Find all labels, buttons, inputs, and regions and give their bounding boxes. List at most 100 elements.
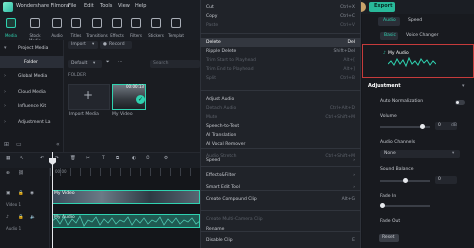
menu-item-ai-translation[interactable]: AI Translation bbox=[200, 131, 361, 140]
menu-item-label: Detach Audio bbox=[206, 106, 237, 111]
tab-titles[interactable]: Titles bbox=[67, 14, 85, 40]
menu-item-label: Split bbox=[206, 76, 216, 81]
audio-mixer-icon[interactable]: ⚙ bbox=[164, 156, 168, 162]
menu-item-copy[interactable]: Copy Ctrl+C bbox=[200, 12, 361, 21]
tab-speed[interactable]: Speed bbox=[408, 18, 422, 24]
chevron-right-icon: › bbox=[4, 89, 6, 95]
audio-channels-value: None bbox=[384, 151, 396, 156]
fade-in-knob[interactable] bbox=[380, 203, 385, 208]
delete-icon[interactable]: 🗑 bbox=[70, 156, 76, 162]
menu-item-label: Effects&Filter bbox=[206, 173, 236, 178]
sidebar-item-influence-kit[interactable]: › Influence Kit bbox=[0, 100, 64, 112]
stock-media-icon bbox=[30, 18, 40, 28]
new-folder-icon[interactable]: ⊞ bbox=[4, 142, 9, 148]
audio-clip-label: My Audio bbox=[54, 215, 75, 220]
speaker-icon[interactable]: 🔈 bbox=[30, 215, 36, 221]
menu-item-adjust-audio[interactable]: Adjust Audio bbox=[200, 95, 361, 104]
menu-item-ripple-delete[interactable]: Ripple Delete Shift+Del bbox=[200, 47, 361, 56]
menu-file[interactable]: File bbox=[68, 4, 76, 9]
link-icon[interactable]: ⛓ bbox=[18, 171, 24, 177]
menu-item-disable-clip[interactable]: Disable Clip E bbox=[200, 236, 361, 245]
menu-item-speed[interactable]: Speed › bbox=[200, 156, 361, 165]
folder-icon[interactable]: ▭ bbox=[16, 142, 22, 148]
menu-item-create-compound-clip[interactable]: Create Compound Clip Alt+G bbox=[200, 195, 361, 204]
filter-icon[interactable]: ⏷ bbox=[106, 60, 110, 66]
grid-icon[interactable]: ▦ bbox=[6, 156, 10, 162]
auto-normalization-toggle[interactable] bbox=[455, 100, 465, 105]
sidebar-item-folder[interactable]: Folder bbox=[0, 56, 64, 68]
video-track-icon: ▣ bbox=[6, 191, 11, 196]
crop-icon[interactable]: ⧉ bbox=[116, 156, 119, 162]
fade-out-label: Fade Out bbox=[380, 219, 401, 224]
menu-help[interactable]: Help bbox=[135, 4, 146, 9]
speed-icon[interactable]: ⏱ bbox=[146, 156, 150, 162]
stickers-icon bbox=[151, 18, 161, 28]
tab-audio[interactable]: Audio bbox=[48, 14, 66, 40]
sidebar-item-adjustment-layer[interactable]: › Adjustment La bbox=[0, 116, 64, 128]
lock-icon[interactable]: 🔒 bbox=[18, 191, 24, 197]
tab-filters[interactable]: Filters bbox=[127, 14, 145, 40]
sidebar-item-project-media[interactable]: ▾ Project Media bbox=[0, 42, 64, 54]
menu-item-speech-to-text[interactable]: Speech-to-Text bbox=[200, 122, 361, 131]
chevron-down-icon[interactable]: ▾ bbox=[462, 84, 465, 89]
subtab-basic-label: Basic bbox=[384, 33, 396, 38]
default-label: Default bbox=[71, 61, 88, 66]
undo-icon[interactable]: ↶ bbox=[40, 156, 44, 162]
record-icon: ● bbox=[103, 42, 107, 47]
video-duration: 00:00:13 bbox=[126, 84, 144, 89]
tab-media[interactable]: Media bbox=[2, 14, 20, 40]
folder-heading: FOLDER bbox=[68, 73, 87, 78]
tab-stickers[interactable]: Stickers bbox=[146, 14, 166, 40]
add-track-icon[interactable]: ⊕ bbox=[6, 171, 10, 177]
menu-item-shortcut: Ctrl+V bbox=[340, 23, 355, 28]
menu-separator bbox=[200, 148, 361, 149]
track-label-video: Video 1 bbox=[6, 202, 22, 207]
playhead[interactable] bbox=[52, 152, 53, 248]
fade-in-slider[interactable] bbox=[380, 205, 430, 207]
menu-separator bbox=[200, 166, 361, 167]
checkmark-icon: ✓ bbox=[136, 95, 145, 104]
menu-item-rename[interactable]: Rename bbox=[200, 225, 361, 234]
menu-item-paste: Paste Ctrl+V bbox=[200, 21, 361, 30]
tab-effects[interactable]: Effects bbox=[108, 14, 126, 40]
sidebar-item-cloud-media[interactable]: › Cloud Media bbox=[0, 86, 64, 98]
sound-balance-knob[interactable] bbox=[403, 178, 408, 183]
eye-icon[interactable]: ◉ bbox=[30, 191, 34, 197]
menu-item-label: Mute bbox=[206, 115, 218, 120]
reset-label: Reset bbox=[382, 235, 395, 240]
menu-item-shortcut: Ctrl+Shift+M bbox=[325, 115, 355, 120]
menu-item-delete[interactable]: Delete Del bbox=[200, 38, 361, 47]
collapse-icon[interactable]: « bbox=[56, 142, 60, 148]
tab-audio-label: Audio bbox=[383, 18, 396, 23]
menu-item-effects-filter[interactable]: Effects&Filter › bbox=[200, 171, 361, 180]
select-tool-icon[interactable]: ↖ bbox=[20, 156, 24, 162]
color-icon[interactable]: ◐ bbox=[132, 156, 136, 162]
split-icon[interactable]: ✂ bbox=[86, 156, 90, 162]
menu-item-label: Create Compound Clip bbox=[206, 197, 257, 202]
more-icon[interactable]: ⋯ bbox=[118, 60, 123, 66]
templates-icon bbox=[171, 18, 181, 28]
sidebar-item-global-media[interactable]: › Global Media bbox=[0, 70, 64, 82]
subtab-voice-changer[interactable]: Voice Changer bbox=[406, 33, 438, 39]
track-waveform bbox=[388, 56, 436, 68]
effects-icon bbox=[112, 18, 122, 28]
volume-slider-knob[interactable] bbox=[420, 124, 425, 129]
titles-icon bbox=[71, 18, 81, 28]
toggle-knob bbox=[456, 101, 459, 104]
menu-item-cut[interactable]: Cut Ctrl+X bbox=[200, 3, 361, 12]
tab-transitions[interactable]: Transitions bbox=[86, 14, 108, 40]
import-label: Import bbox=[71, 42, 86, 47]
timeline-ruler[interactable] bbox=[50, 168, 200, 176]
tab-templates[interactable]: Templat bbox=[166, 14, 186, 40]
filters-icon bbox=[131, 18, 141, 28]
menu-edit[interactable]: Edit bbox=[84, 4, 94, 9]
tab-stock-media[interactable]: Stock Media bbox=[24, 14, 46, 43]
sound-balance-label: Sound Balance bbox=[380, 167, 414, 172]
lock-icon[interactable]: 🔒 bbox=[18, 215, 24, 221]
menu-view[interactable]: View bbox=[118, 4, 130, 9]
menu-tools[interactable]: Tools bbox=[100, 4, 112, 9]
menu-separator bbox=[200, 210, 361, 211]
menu-item-shortcut: Alt+G bbox=[341, 197, 355, 202]
text-icon[interactable]: T bbox=[102, 156, 105, 162]
menu-separator bbox=[200, 190, 361, 191]
